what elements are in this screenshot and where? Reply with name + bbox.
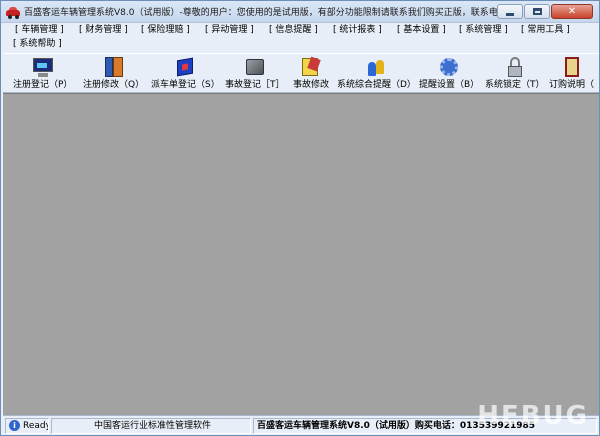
- books-icon: [103, 56, 125, 78]
- maximize-button[interactable]: [524, 4, 550, 19]
- register-button[interactable]: 注册登记（P）: [13, 56, 72, 92]
- menu-statistics-reports[interactable]: [ 统计报表 ]: [333, 24, 382, 37]
- status-bar: i Ready 中国客运行业标准性管理软件 百盛客运车辆管理系统V8.0（试用版）…: [3, 401, 599, 435]
- info-icon: i: [9, 420, 20, 431]
- window-controls: ✕: [497, 4, 593, 19]
- menu-finance-management[interactable]: [ 财务管理 ]: [79, 24, 128, 37]
- accident-register-label: 事故登记［T］: [225, 80, 285, 90]
- accident-register-button[interactable]: 事故登记［T］: [225, 56, 285, 92]
- monitor-icon: [32, 56, 54, 78]
- menu-common-tools[interactable]: [ 常用工具 ]: [521, 24, 570, 37]
- status-org-text: 中国客运行业标准性管理软件: [93, 421, 211, 431]
- menu-insurance-claims[interactable]: [ 保险理赔 ]: [141, 24, 190, 37]
- status-ready-text: Ready: [23, 421, 49, 431]
- order-info-button[interactable]: 订购说明（: [549, 56, 594, 92]
- register-edit-button[interactable]: 注册修改（Q）: [83, 56, 144, 92]
- minimize-button[interactable]: [497, 4, 523, 19]
- watermark-logo: HEBUG: [477, 401, 589, 431]
- menu-system-help[interactable]: [ 系统帮助 ]: [13, 38, 62, 51]
- menu-bar: [ 车辆管理 ] [ 财务管理 ] [ 保险理赔 ] [ 异动管理 ] [ 信息…: [3, 23, 599, 53]
- accident-edit-button[interactable]: 事故修改: [293, 56, 329, 92]
- menu-change-management[interactable]: [ 异动管理 ]: [205, 24, 254, 37]
- reminder-settings-button[interactable]: 提醒设置（B）: [419, 56, 479, 92]
- register-edit-label: 注册修改（Q）: [83, 80, 145, 90]
- close-icon: ✕: [567, 5, 577, 17]
- box-icon: [244, 56, 266, 78]
- accident-edit-label: 事故修改: [293, 80, 330, 90]
- status-ready-pane: i Ready: [5, 418, 49, 434]
- minimize-icon: [506, 12, 514, 16]
- cube-icon: [174, 56, 196, 78]
- menu-info-reminder[interactable]: [ 信息提醒 ]: [269, 24, 318, 37]
- lock-icon: [504, 56, 526, 78]
- window-title: 百盛客运车辆管理系统V8.0（试用版）-尊敬的用户：您使用的是试用版，有部分功能…: [24, 8, 516, 18]
- reminder-settings-label: 提醒设置（B）: [419, 80, 480, 90]
- menu-system-management[interactable]: [ 系统管理 ]: [459, 24, 508, 37]
- system-reminder-label: 系统综合提醒（D）: [337, 80, 416, 90]
- system-lock-label: 系统锁定（T）: [485, 80, 545, 90]
- gear-icon: [438, 56, 460, 78]
- people-icon: [365, 56, 387, 78]
- maximize-icon: [532, 8, 542, 15]
- close-button[interactable]: ✕: [551, 4, 593, 19]
- order-info-label: 订购说明（: [549, 80, 595, 90]
- menu-basic-settings[interactable]: [ 基本设置 ]: [397, 24, 446, 37]
- register-label: 注册登记（P）: [13, 80, 73, 90]
- main-window: 百盛客运车辆管理系统V8.0（试用版）-尊敬的用户：您使用的是试用版，有部分功能…: [0, 0, 600, 436]
- status-org-pane: 中国客运行业标准性管理软件: [51, 418, 251, 434]
- mdi-workspace: [3, 93, 599, 415]
- toolbar: 注册登记（P） 注册修改（Q） 派车单登记（S） 事故登记［T］ 事故修改 系统…: [3, 53, 599, 93]
- car-app-icon: [6, 6, 20, 19]
- title-bar: 百盛客运车辆管理系统V8.0（试用版）-尊敬的用户：您使用的是试用版，有部分功能…: [1, 1, 599, 23]
- dispatch-register-label: 派车单登记（S）: [151, 80, 220, 90]
- menu-vehicle-management[interactable]: [ 车辆管理 ]: [15, 24, 64, 37]
- document-icon: [300, 56, 322, 78]
- ledger-icon: [561, 56, 583, 78]
- system-reminder-button[interactable]: 系统综合提醒（D）: [337, 56, 416, 92]
- dispatch-register-button[interactable]: 派车单登记（S）: [151, 56, 220, 92]
- system-lock-button[interactable]: 系统锁定（T）: [485, 56, 545, 92]
